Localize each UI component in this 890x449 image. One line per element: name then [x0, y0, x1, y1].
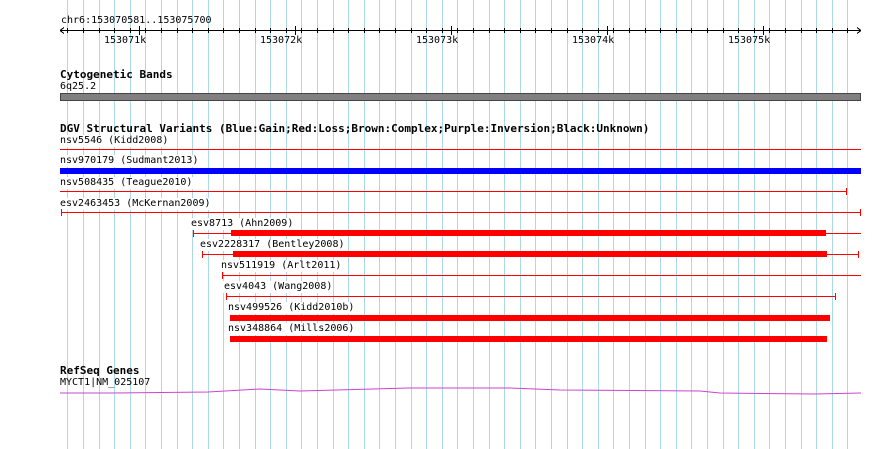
refseq-gene-line	[60, 387, 862, 395]
refseq-gene-feature[interactable]	[0, 0, 890, 449]
